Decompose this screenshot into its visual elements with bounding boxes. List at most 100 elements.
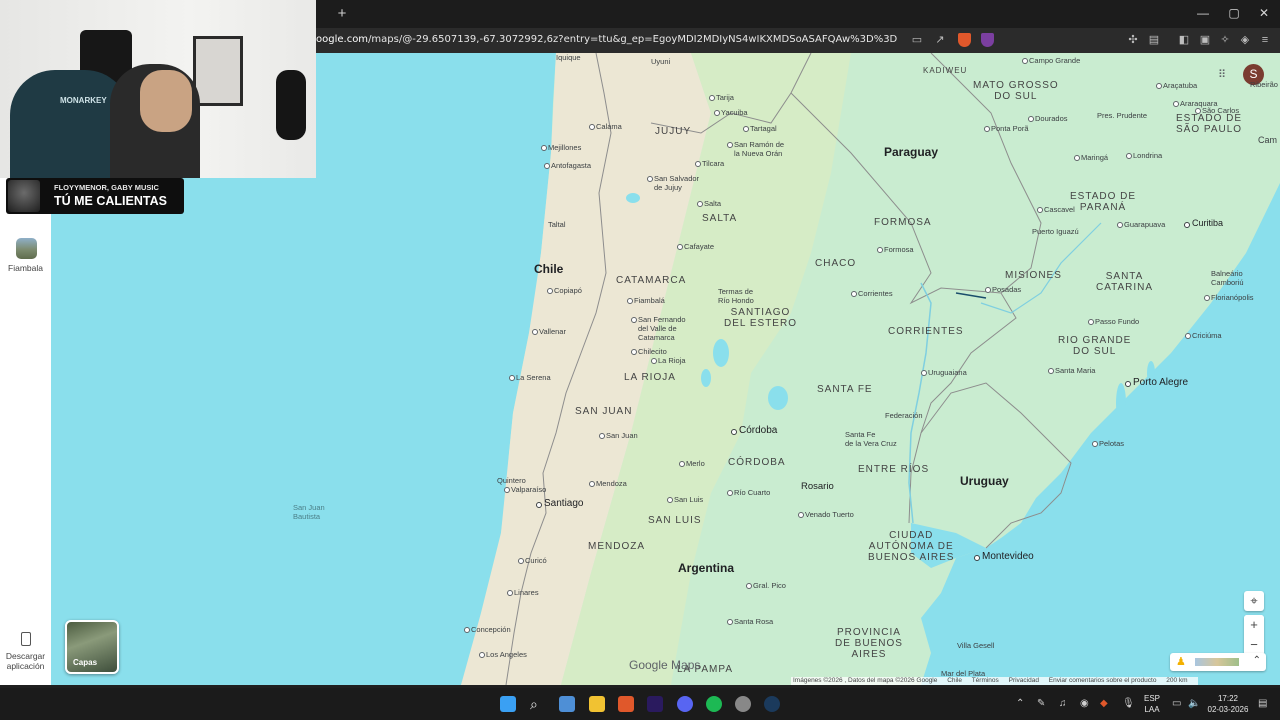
city-label[interactable]: Fiambalá <box>627 296 665 305</box>
city-label[interactable]: Río Cuarto <box>727 488 770 497</box>
brave-tray-icon[interactable]: ◆ <box>1100 698 1108 709</box>
city-label[interactable]: Santiago <box>536 499 583 509</box>
city-label[interactable]: La Serena <box>509 373 551 382</box>
city-label[interactable]: Cafayate <box>677 242 714 251</box>
layers-button[interactable]: Capas <box>65 620 119 674</box>
city-label[interactable]: La Rioja <box>651 356 686 365</box>
taskbar-clock[interactable]: 17:22 02-03-2026 <box>1206 693 1250 715</box>
wallet-icon[interactable]: ▣ <box>1199 34 1211 46</box>
city-label[interactable]: Pres. Prudente <box>1097 111 1147 120</box>
city-label[interactable]: Termas de Río Hondo <box>718 287 754 305</box>
spotify-icon[interactable] <box>706 696 722 712</box>
city-label[interactable]: Corrientes <box>851 289 893 298</box>
city-label[interactable]: San Ramón de la Nueva Orán <box>727 140 784 158</box>
city-label[interactable]: Salta <box>697 199 721 208</box>
city-label[interactable]: Cam <box>1258 136 1277 145</box>
city-label[interactable]: Santa Fe de la Vera Cruz <box>845 430 897 448</box>
notifications-icon[interactable]: ▤ <box>1258 698 1267 709</box>
city-label[interactable]: Posadas <box>985 285 1021 294</box>
tray-overflow-icon[interactable]: ⌃ <box>1016 698 1024 709</box>
city-label[interactable]: San Salvador de Jujuy <box>647 174 699 192</box>
steam-icon[interactable] <box>764 696 780 712</box>
city-label[interactable]: Porto Alegre <box>1125 378 1188 388</box>
zoom-in-button[interactable]: + <box>1244 615 1264 635</box>
headset-icon[interactable]: ♫ <box>1059 698 1067 709</box>
city-label[interactable]: Curitiba <box>1184 219 1223 228</box>
reading-list-icon[interactable]: ▤ <box>1148 34 1160 46</box>
phone-icon[interactable] <box>21 632 31 646</box>
city-label[interactable]: Formosa <box>877 245 914 254</box>
zoom-out-button[interactable]: − <box>1244 635 1264 655</box>
street-view-bar[interactable]: ♟ ⌃ <box>1170 653 1266 671</box>
city-label[interactable]: Federación <box>885 411 923 420</box>
brave-rewards-icon[interactable] <box>981 33 994 47</box>
city-label[interactable]: Tartagal <box>743 124 777 133</box>
pegman-icon[interactable]: ♟ <box>1176 655 1186 668</box>
city-label[interactable]: Puerto Iguazú <box>1032 227 1079 236</box>
city-label[interactable]: San Fernando del Valle de Catamarca <box>631 315 686 342</box>
share-icon[interactable]: ↗ <box>934 34 946 46</box>
google-apps-icon[interactable]: ⠿ <box>1218 70 1228 81</box>
input-language[interactable]: ESP LAA <box>1141 693 1163 715</box>
city-label[interactable]: Iquique <box>556 53 581 62</box>
city-label[interactable]: Venado Tuerto <box>798 510 854 519</box>
city-label[interactable]: Guarapuava <box>1117 220 1165 229</box>
city-label[interactable]: Uruguaiana <box>921 368 967 377</box>
city-label[interactable]: Passo Fundo <box>1088 317 1139 326</box>
brave-browser-icon[interactable] <box>618 696 634 712</box>
sidebar-icon[interactable]: ◧ <box>1178 34 1190 46</box>
steam-tray-icon[interactable]: ◉ <box>1080 698 1089 709</box>
menu-icon[interactable]: ≡ <box>1259 34 1271 46</box>
obs-icon[interactable] <box>735 696 751 712</box>
leo-ai-icon[interactable]: ✧ <box>1219 34 1231 46</box>
city-label[interactable]: Quintero <box>497 476 526 485</box>
city-label[interactable]: Criciúma <box>1185 331 1222 340</box>
city-label[interactable]: Florianópolis <box>1204 293 1254 302</box>
imagery-strip[interactable] <box>1195 658 1239 666</box>
cast-icon[interactable]: ▭ <box>911 34 923 46</box>
city-label[interactable]: Curicó <box>518 556 547 565</box>
city-label[interactable]: Copiapó <box>547 286 582 295</box>
city-label[interactable]: Dourados <box>1028 114 1068 123</box>
city-label[interactable]: Linares <box>507 588 539 597</box>
discord-icon[interactable] <box>677 696 693 712</box>
city-label[interactable]: Merlo <box>679 459 705 468</box>
brave-shields-icon[interactable] <box>958 33 971 47</box>
city-label[interactable]: Tilcara <box>695 159 724 168</box>
city-label[interactable]: Cascavel <box>1037 205 1075 214</box>
new-tab-button[interactable]: + <box>335 5 349 22</box>
city-label[interactable]: Concepción <box>464 625 511 634</box>
minimize-button[interactable]: — <box>1193 6 1213 20</box>
my-location-button[interactable]: ⌖ <box>1244 591 1264 611</box>
microphone-icon[interactable]: 🎙 <box>1122 698 1135 709</box>
city-label[interactable]: Mejillones <box>541 143 581 152</box>
city-label[interactable]: Chilecito <box>631 347 667 356</box>
city-label[interactable]: Vallenar <box>532 327 566 336</box>
start-icon[interactable] <box>500 696 516 712</box>
tray-app-icon[interactable]: ✎ <box>1037 698 1045 709</box>
volume-icon[interactable]: 🔈 <box>1188 698 1200 709</box>
city-label[interactable]: Londrina <box>1126 151 1162 160</box>
network-icon[interactable]: ▭ <box>1172 698 1181 709</box>
city-label[interactable]: Yacuiba <box>714 108 748 117</box>
feedback-link[interactable]: Enviar comentarios sobre el producto <box>1049 677 1157 684</box>
extensions-icon[interactable]: ✣ <box>1127 34 1139 46</box>
terms-link[interactable]: Términos <box>972 677 999 684</box>
island-label[interactable]: San Juan Bautista <box>293 503 325 521</box>
city-label[interactable]: Santa Rosa <box>727 617 773 626</box>
city-label[interactable]: San Juan <box>599 431 638 440</box>
city-label[interactable]: Los Angeles <box>479 650 527 659</box>
city-label[interactable]: Campo Grande <box>1022 56 1080 65</box>
photos-icon[interactable] <box>559 696 575 712</box>
city-label[interactable]: Valparaíso <box>504 485 546 494</box>
region-link[interactable]: Chile <box>947 677 962 684</box>
vpn-icon[interactable]: ◈ <box>1239 34 1251 46</box>
city-label[interactable]: Villa Gesell <box>957 641 994 650</box>
city-label[interactable]: Montevideo <box>974 552 1034 562</box>
privacy-link[interactable]: Privacidad <box>1009 677 1039 684</box>
search-icon[interactable]: ⌕ <box>530 696 546 712</box>
city-label[interactable]: Calama <box>589 122 622 131</box>
city-label[interactable]: Pelotas <box>1092 439 1124 448</box>
city-label[interactable]: Taltal <box>548 220 566 229</box>
saved-place-label[interactable]: Fiambala <box>0 263 51 273</box>
